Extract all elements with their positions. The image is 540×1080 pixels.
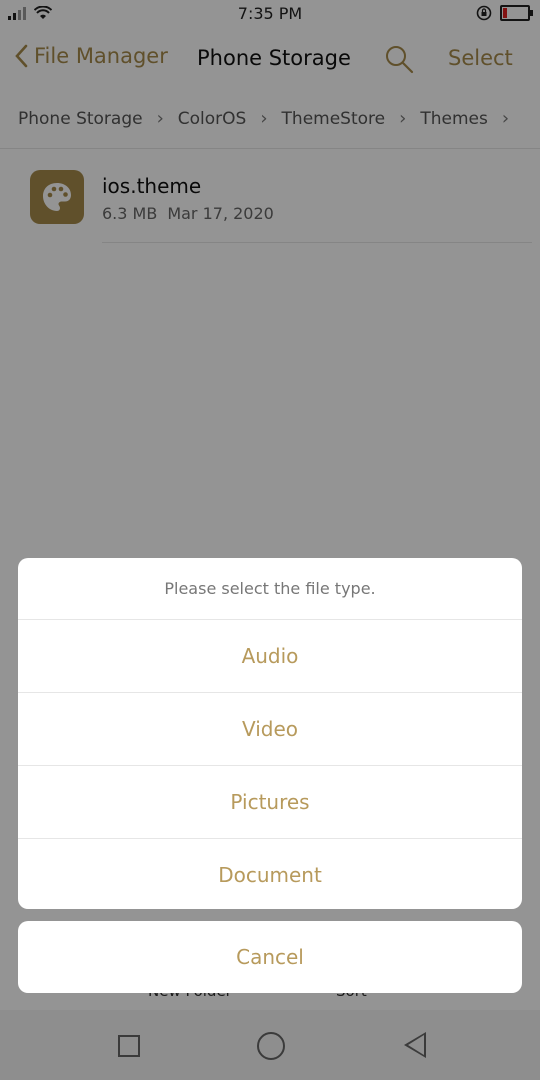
option-audio[interactable]: Audio [18,620,522,693]
option-pictures[interactable]: Pictures [18,766,522,839]
dialog-title: Please select the file type. [18,558,522,620]
cancel-button[interactable]: Cancel [18,921,522,993]
modal-overlay[interactable] [0,0,540,1080]
option-document[interactable]: Document [18,839,522,909]
option-video[interactable]: Video [18,693,522,766]
file-type-dialog: Please select the file type. Audio Video… [18,558,522,909]
